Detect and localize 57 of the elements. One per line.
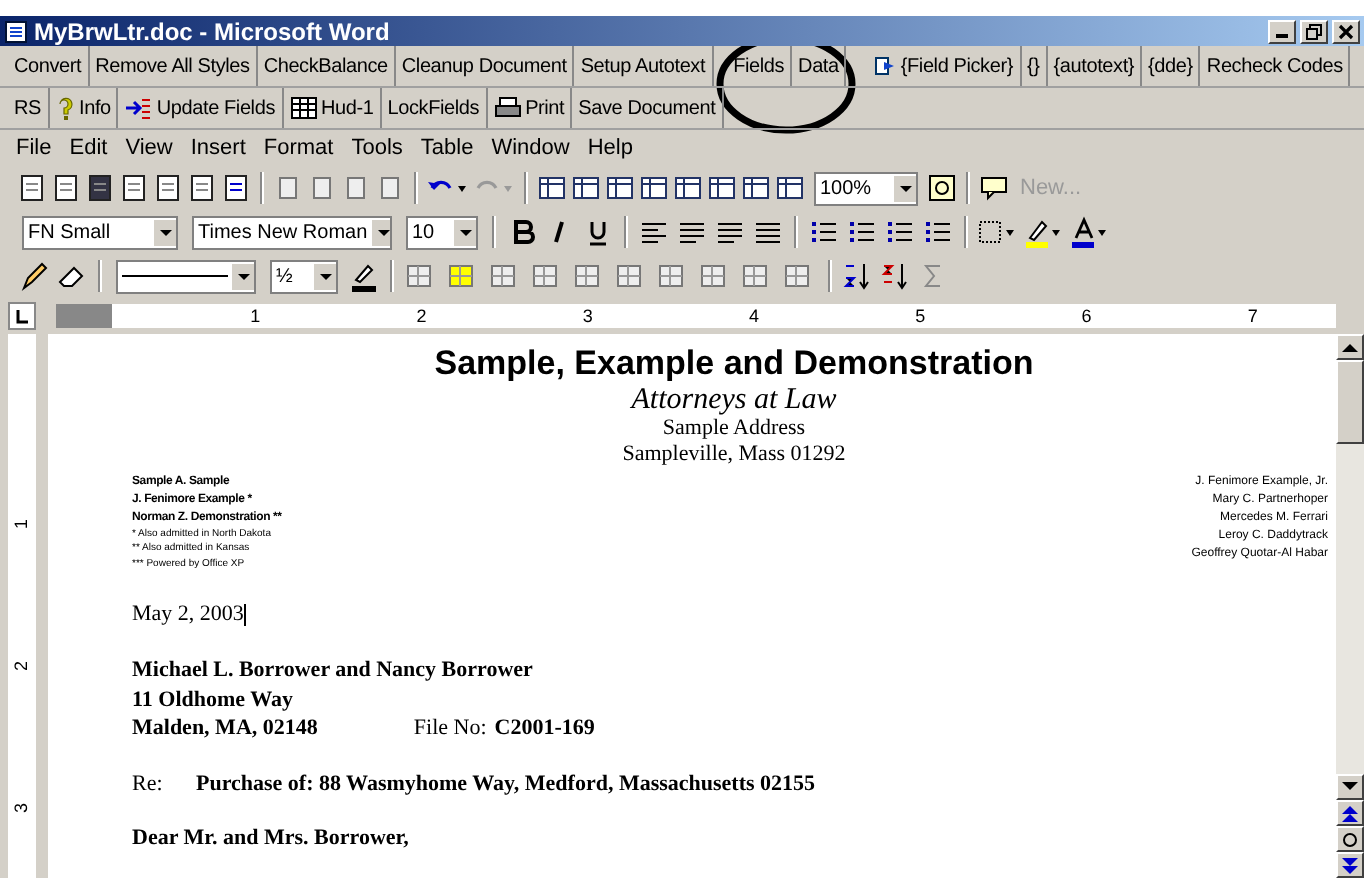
ruler-number: 2	[12, 660, 32, 671]
font-dropdown[interactable]: Times New Roman	[192, 215, 392, 249]
window-title: MyBrwLtr.doc - Microsoft Word	[34, 17, 392, 45]
menu-item[interactable]: File	[16, 136, 52, 160]
ruler-number: 7	[1247, 306, 1258, 326]
toolbar-button[interactable]: CheckBalance	[257, 46, 396, 86]
menu-item[interactable]: Edit	[69, 136, 108, 160]
ruler-number: 3	[582, 306, 593, 326]
toolbar-button[interactable]: Update Fields	[118, 88, 283, 128]
menu-item[interactable]: Table	[420, 136, 474, 160]
menu-item[interactable]: Help	[587, 136, 633, 160]
toolbar-button[interactable]: Data	[792, 46, 847, 86]
firm-subtitle: Attorneys at Law	[628, 383, 839, 417]
menu-item[interactable]: View	[125, 136, 173, 160]
toolbar-button[interactable]: {autotext}	[1047, 46, 1143, 86]
letter-date: May 2, 2003	[132, 600, 244, 629]
ruler-number: 3	[12, 802, 32, 813]
recipient-line: Michael L. Borrower and Nancy Borrower	[132, 656, 535, 686]
toolbar-button[interactable]: RS	[8, 88, 49, 128]
salutation: Dear Mr. and Mrs. Borrower,	[132, 823, 411, 852]
ruler-number: 6	[1081, 306, 1092, 326]
menu-item[interactable]: Insert	[190, 136, 246, 160]
toolbar-button[interactable]: Info	[49, 88, 119, 128]
toolbar-button[interactable]: Save Document	[572, 88, 724, 128]
ruler-number: 4	[748, 306, 759, 326]
menu-item[interactable]: Format	[263, 136, 334, 160]
zoom-dropdown[interactable]: 100%	[814, 171, 918, 205]
ruler-number: 1	[12, 519, 32, 530]
toolbar-button[interactable]: Cleanup Document	[395, 46, 575, 86]
re-label: Re:	[132, 770, 165, 800]
toolbar-button[interactable]: Hud-1	[283, 88, 382, 128]
file-number: C2001-169	[494, 713, 595, 743]
menu-item[interactable]: Tools	[351, 136, 403, 160]
toolbar-button[interactable]: {Field Picker}	[866, 46, 1021, 86]
toolbar-button[interactable]: {}	[1021, 46, 1048, 86]
font-size-dropdown[interactable]: 10	[406, 215, 478, 249]
recipient-line: 11 Oldhome Way	[132, 685, 295, 714]
style-dropdown[interactable]: FN Small	[22, 215, 178, 249]
toolbar-button[interactable]: Setup Autotext	[574, 46, 714, 86]
toolbar-button[interactable]: Remove All Styles	[89, 46, 258, 86]
firm-city: Sampleville, Mass 01292	[620, 442, 848, 470]
toolbar-button[interactable]: Print	[487, 88, 573, 128]
toolbar-button[interactable]: Convert	[8, 46, 90, 86]
firm-name: Sample, Example and Demonstration	[432, 346, 1036, 384]
toolbar-button[interactable]: Fields	[727, 46, 793, 86]
toolbar-button[interactable]: {dde}	[1142, 46, 1201, 86]
ruler-number: 2	[416, 306, 427, 326]
line-weight-dropdown[interactable]: ½	[270, 259, 338, 293]
file-label: File No:	[413, 713, 487, 743]
menu-item[interactable]: Window	[491, 136, 570, 160]
subject-line: Purchase of: 88 Wasmyhome Way, Medford, Massachusetts 02155	[196, 770, 816, 800]
ruler-number: 5	[915, 306, 926, 326]
toolbar-button[interactable]: LockFields	[381, 88, 488, 128]
ruler-number: 1	[250, 306, 261, 326]
firm-address: Sample Address	[660, 416, 808, 443]
toolbar-button[interactable]: Recheck Codes	[1200, 46, 1351, 86]
recipient-line: Malden, MA, 02148	[132, 713, 318, 743]
